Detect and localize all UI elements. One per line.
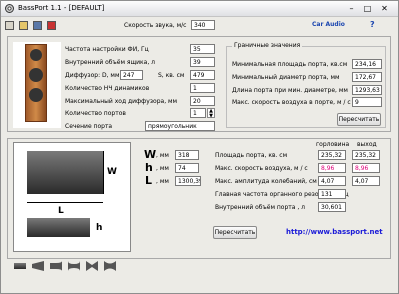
amplitude-exit-value: 4,07 <box>352 176 380 186</box>
diffuser-area-label: S, кв. см <box>158 72 185 79</box>
straight-port-icon[interactable] <box>13 261 27 271</box>
open-folder-icon[interactable] <box>19 21 28 30</box>
w-diagram-label: W <box>107 167 117 177</box>
amplitude-throat-value: 4,07 <box>318 176 346 186</box>
limits-recalc-button[interactable]: Пересчитать <box>337 113 381 126</box>
h-input[interactable]: 74 <box>175 163 199 173</box>
limit-label: Макс. скорость воздуха в порте, м / с <box>232 99 351 106</box>
woofer-shape <box>29 88 43 102</box>
l-unit: , мм <box>156 178 169 185</box>
close-red-icon[interactable] <box>47 21 56 30</box>
cone-port-icon[interactable] <box>31 261 45 271</box>
w-input[interactable]: 318 <box>175 150 199 160</box>
speed-throat-value: 8,96 <box>318 163 346 173</box>
max-excursion-input[interactable]: 20 <box>190 96 215 106</box>
maximize-button[interactable]: □ <box>361 3 374 14</box>
diffuser-diameter-input[interactable]: 247 <box>120 70 143 80</box>
hourglass-port-shape <box>104 261 116 271</box>
param-label: Внутренний объём ящика, л <box>65 59 155 66</box>
param-label: Количество портов <box>65 110 126 117</box>
resonance-value: 131 <box>318 189 346 199</box>
limit-label: Длина порта при мин. диаметре, мм <box>232 87 348 94</box>
hourglass-port-icon[interactable] <box>103 261 117 271</box>
param-label: Количество НЧ динамиков <box>65 85 150 92</box>
l-dimension-line <box>27 202 103 203</box>
port-section-select[interactable]: прямоугольник <box>145 121 215 131</box>
diffuser-area-input[interactable]: 479 <box>190 70 215 80</box>
app-icon <box>5 4 14 13</box>
result-label: Макс. скорость воздуха, м / с <box>215 165 308 172</box>
max-air-speed-input[interactable]: 9 <box>352 97 382 107</box>
tuning-freq-input[interactable]: 35 <box>190 44 215 54</box>
port-length-value: 1293,63 <box>352 85 382 95</box>
minimize-button[interactable]: – <box>345 3 358 14</box>
box-volume-input[interactable]: 39 <box>190 57 215 67</box>
param-label: Максимальный ход диффузора, мм <box>65 98 178 105</box>
col-exit-header: выход <box>357 141 377 148</box>
double-flared-port-shape <box>68 261 80 271</box>
h-diagram-label: h <box>96 223 103 233</box>
woofer-shape <box>29 68 43 82</box>
port-volume-value: 30,601 <box>318 202 346 212</box>
result-label: Внутренний объём порта , л <box>215 204 306 211</box>
double-flared-port-icon[interactable] <box>67 261 81 271</box>
horn-port-shape <box>86 261 98 271</box>
tweeter-shape <box>30 49 42 61</box>
horn-port-icon[interactable] <box>85 261 99 271</box>
area-throat-value: 235,32 <box>318 150 346 160</box>
cone-port-shape <box>32 261 44 271</box>
driver-count-input[interactable]: 1 <box>190 83 215 93</box>
limit-label: Минимальная площадь порта, кв.см <box>232 61 348 68</box>
col-throat-header: горловина <box>316 141 350 148</box>
min-area-value: 234,16 <box>352 59 382 69</box>
l-input[interactable]: 1300,39 <box>175 176 201 186</box>
close-button[interactable]: ✕ <box>378 3 391 14</box>
home-icon[interactable] <box>5 21 14 30</box>
car-audio-link[interactable]: Car Audio <box>312 21 345 28</box>
speed-exit-value: 8,96 <box>352 163 380 173</box>
speaker-image <box>13 42 61 128</box>
flared-port-icon[interactable] <box>49 261 63 271</box>
param-label: Диффузор: D, мм <box>65 72 120 79</box>
speed-label: Скорость звука, м/с <box>124 22 187 29</box>
w-label: W <box>144 148 157 161</box>
port-count-input[interactable]: 1 <box>190 108 206 118</box>
help-button[interactable]: ? <box>370 20 375 29</box>
area-exit-value: 235,32 <box>352 150 380 160</box>
result-label: Площадь порта, кв. см <box>215 152 288 159</box>
w-unit: , мм <box>156 152 169 159</box>
recalc-button[interactable]: Пересчитать <box>213 226 257 239</box>
param-label: Частота настройки ФИ, Гц <box>65 46 149 53</box>
h-label: h <box>145 161 153 174</box>
straight-port-shape <box>14 263 26 269</box>
param-label: Сечение порта <box>65 123 113 130</box>
flared-port-shape <box>50 261 62 271</box>
l-diagram-label: L <box>58 206 64 216</box>
port-diagram: W L h <box>13 142 131 252</box>
port-count-spinner[interactable]: ▲ ▼ <box>207 108 215 119</box>
l-label: L <box>145 174 153 187</box>
h-unit: , мм <box>156 165 169 172</box>
port-section-shape <box>27 218 90 237</box>
window-title: BassPort 1.1 - [DEFAULT] <box>18 4 105 12</box>
result-label: Макс. амплитуда колебаний, см <box>215 178 317 185</box>
limits-title: Граничные значения <box>232 42 303 49</box>
min-diameter-value: 172,67 <box>352 72 382 82</box>
port-body-shape <box>27 151 104 194</box>
w-dimension-line <box>103 151 104 194</box>
speed-input[interactable]: 340 <box>191 20 215 30</box>
limit-label: Минимальный диаметр порта, мм <box>232 74 340 81</box>
save-icon[interactable] <box>33 21 42 30</box>
website-link[interactable]: http://www.bassport.net <box>286 228 383 236</box>
